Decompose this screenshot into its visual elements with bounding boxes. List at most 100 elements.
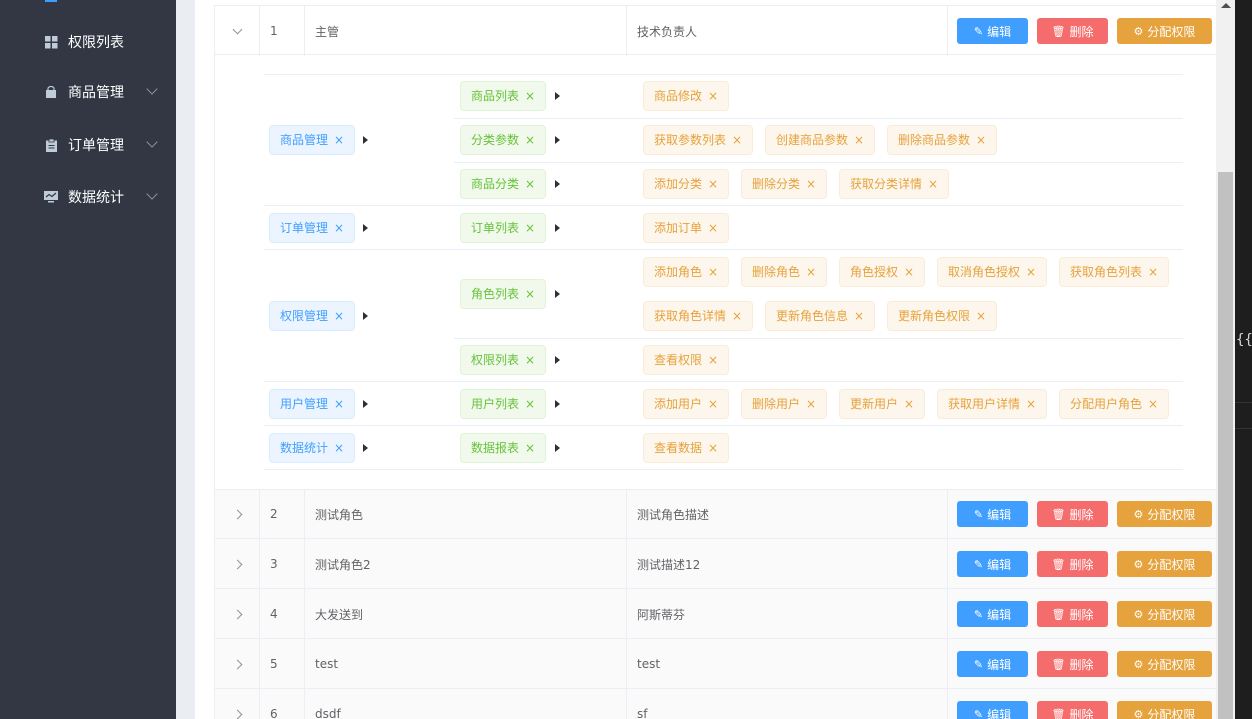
close-icon[interactable]: × [525,346,535,374]
chevron-right-icon[interactable] [232,509,242,519]
rights-tag-level3: 添加分类 × [643,169,730,199]
chevron-right-icon[interactable] [232,609,242,619]
close-icon[interactable]: × [525,434,535,462]
close-icon[interactable]: × [806,170,816,198]
edit-button[interactable]: ✎ 编辑 [957,701,1028,719]
edit-label: 编辑 [987,557,1012,572]
close-icon[interactable]: × [708,214,718,242]
delete-button[interactable]: 🗑 删除 [1037,601,1108,627]
delete-button[interactable]: 🗑 删除 [1037,651,1108,677]
tag-label: 添加用户 [654,397,703,411]
edit-button[interactable]: ✎ 编辑 [957,501,1028,527]
scrollbar-thumb[interactable] [1218,172,1233,719]
tag-label: 数据统计 [280,441,329,455]
close-icon[interactable]: × [732,302,742,330]
rights-tag-level3: 添加订单 × [643,213,730,243]
delete-button[interactable]: 🗑 删除 [1037,18,1108,44]
close-icon[interactable]: × [976,126,986,154]
assign-rights-button[interactable]: ⚙ 分配权限 [1117,18,1212,44]
close-icon[interactable]: × [854,126,864,154]
chevron-right-icon[interactable] [232,709,242,719]
close-icon[interactable]: × [928,170,938,198]
rights-tag-level3: 取消角色授权 × [937,257,1048,287]
sidebar-item-orders[interactable]: 订单管理 [0,125,176,165]
sidebar-item-goods[interactable]: 商品管理 [0,72,176,112]
close-icon[interactable]: × [1148,390,1158,418]
assign-rights-button[interactable]: ⚙ 分配权限 [1117,601,1212,627]
close-icon[interactable]: × [904,258,914,286]
delete-label: 删除 [1069,557,1094,572]
table-row: 6 dsdf sf ✎ 编辑 🗑 删除 ⚙ 分配权限 [214,689,1216,719]
edit-button[interactable]: ✎ 编辑 [957,601,1028,627]
edit-button[interactable]: ✎ 编辑 [957,18,1028,44]
caret-right-icon [363,444,368,452]
chevron-right-icon[interactable] [232,559,242,569]
close-icon[interactable]: × [525,126,535,154]
chevron-right-icon[interactable] [232,659,242,669]
trash-icon: 🗑 [1051,657,1066,671]
close-icon[interactable]: × [708,82,718,110]
close-icon[interactable]: × [334,434,344,462]
rights-tag-level2: 分类参数 × [460,125,547,155]
close-icon[interactable]: × [976,302,986,330]
table-row: 5 test test ✎ 编辑 🗑 删除 ⚙ 分配权限 [214,639,1216,689]
chevron-down-icon [146,136,158,148]
close-icon[interactable]: × [525,82,535,110]
edit-button[interactable]: ✎ 编辑 [957,551,1028,577]
tag-label: 订单列表 [471,221,520,235]
assign-rights-button[interactable]: ⚙ 分配权限 [1117,701,1212,719]
close-icon[interactable]: × [806,258,816,286]
rights-tag-level3: 更新角色信息 × [765,301,876,331]
expand-cell[interactable] [214,589,260,639]
tag-label: 权限列表 [471,353,520,367]
code-editor-edge: {{ [1235,0,1252,719]
expand-cell[interactable] [214,689,260,719]
rights-tag-level3: 删除角色 × [741,257,828,287]
rights-tag-level3: 删除商品参数 × [887,125,998,155]
close-icon[interactable]: × [708,434,718,462]
close-icon[interactable]: × [1026,390,1036,418]
rights-tag-level1: 商品管理 × [269,125,356,155]
close-icon[interactable]: × [904,390,914,418]
expand-cell[interactable] [214,539,260,589]
close-icon[interactable]: × [334,126,344,154]
expand-cell[interactable] [214,489,260,539]
delete-button[interactable]: 🗑 删除 [1037,701,1108,719]
sidebar-item-statistics[interactable]: 数据统计 [0,177,176,217]
close-icon[interactable]: × [525,170,535,198]
sidebar-item-rights-list[interactable]: 权限列表 [0,22,176,62]
close-icon[interactable]: × [1148,258,1158,286]
rights-tag-level2: 权限列表 × [460,345,547,375]
edit-icon: ✎ [973,557,984,571]
close-icon[interactable]: × [732,126,742,154]
close-icon[interactable]: × [708,346,718,374]
close-icon[interactable]: × [525,280,535,308]
delete-button[interactable]: 🗑 删除 [1037,551,1108,577]
chevron-down-icon[interactable] [232,24,242,34]
close-icon[interactable]: × [806,390,816,418]
row-index: 5 [260,639,305,689]
assign-rights-button[interactable]: ⚙ 分配权限 [1117,501,1212,527]
close-icon[interactable]: × [708,258,718,286]
edit-button[interactable]: ✎ 编辑 [957,651,1028,677]
rights-tag-level3: 获取参数列表 × [643,125,754,155]
close-icon[interactable]: × [854,302,864,330]
close-icon[interactable]: × [525,214,535,242]
assign-rights-button[interactable]: ⚙ 分配权限 [1117,551,1212,577]
close-icon[interactable]: × [334,214,344,242]
tag-label: 添加分类 [654,177,703,191]
close-icon[interactable]: × [708,170,718,198]
close-icon[interactable]: × [334,390,344,418]
close-icon[interactable]: × [1026,258,1036,286]
sidebar-cut-item[interactable] [45,0,125,2]
caret-right-icon [555,180,560,188]
close-icon[interactable]: × [334,302,344,330]
close-icon[interactable]: × [708,390,718,418]
expand-cell[interactable] [214,639,260,689]
close-icon[interactable]: × [525,390,535,418]
expand-cell[interactable] [214,6,260,56]
scroll-up-arrow-icon[interactable] [1221,3,1231,8]
delete-button[interactable]: 🗑 删除 [1037,501,1108,527]
divider [1235,428,1252,429]
assign-rights-button[interactable]: ⚙ 分配权限 [1117,651,1212,677]
